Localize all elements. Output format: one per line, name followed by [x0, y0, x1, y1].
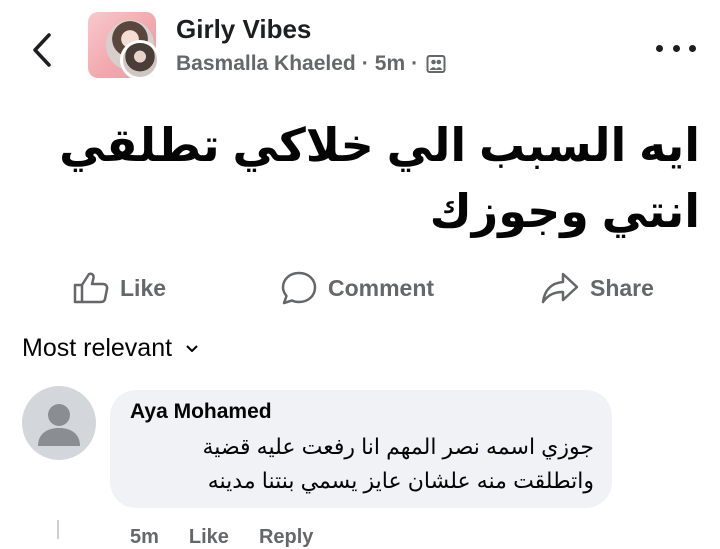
post-time[interactable]: 5m	[375, 52, 405, 76]
comment-time[interactable]: 5m	[130, 526, 159, 549]
comment-author[interactable]: Aya Mohamed	[130, 400, 272, 424]
post-actions: Like Comment Share	[0, 262, 720, 314]
commenter-avatar[interactable]	[22, 386, 96, 460]
more-options-button[interactable]	[656, 36, 696, 60]
author-name[interactable]: Basmalla Khaeled	[176, 52, 356, 76]
back-button[interactable]	[22, 28, 62, 72]
author-avatar[interactable]	[120, 40, 160, 80]
post-meta: Basmalla Khaeled · 5m ·	[176, 52, 446, 76]
share-label: Share	[590, 274, 654, 301]
comment-button[interactable]: Comment	[280, 262, 434, 314]
more-dots-icon	[689, 44, 696, 52]
comment-bubble: Aya Mohamed جوزي اسمه نصر المهم انا رفعت…	[110, 390, 612, 508]
comment-text: جوزي اسمه نصر المهم انا رفعت عليه قضية و…	[202, 434, 594, 493]
sort-label: Most relevant	[22, 334, 173, 362]
like-label: Like	[120, 274, 167, 301]
meta-separator: ·	[361, 52, 369, 75]
share-arrow-icon	[541, 272, 579, 304]
share-button[interactable]: Share	[540, 262, 654, 314]
comment-sort-dropdown[interactable]: Most relevant	[22, 334, 198, 363]
like-button[interactable]: Like	[72, 262, 166, 314]
chevron-down-icon	[186, 345, 198, 352]
comment-like-button[interactable]: Like	[189, 526, 229, 549]
post-header: Girly Vibes Basmalla Khaeled · 5m ·	[0, 0, 720, 100]
comment-reply-button[interactable]: Reply	[259, 526, 313, 549]
post-text: ايه السبب الي خلاكي تطلقي انتي وجوزك	[59, 119, 700, 237]
comment-footer: 5m Like Reply	[130, 526, 313, 549]
comment-label: Comment	[328, 274, 435, 301]
thumbs-up-icon	[73, 272, 109, 304]
more-dots-icon	[656, 44, 663, 52]
more-dots-icon	[672, 44, 680, 52]
default-profile-icon	[38, 404, 80, 446]
group-name[interactable]: Girly Vibes	[176, 14, 311, 45]
meta-separator: ·	[411, 52, 419, 75]
chevron-left-icon	[33, 33, 51, 67]
comment-bubble-icon	[281, 271, 317, 305]
thread-line	[57, 520, 59, 539]
members-icon	[426, 55, 446, 73]
